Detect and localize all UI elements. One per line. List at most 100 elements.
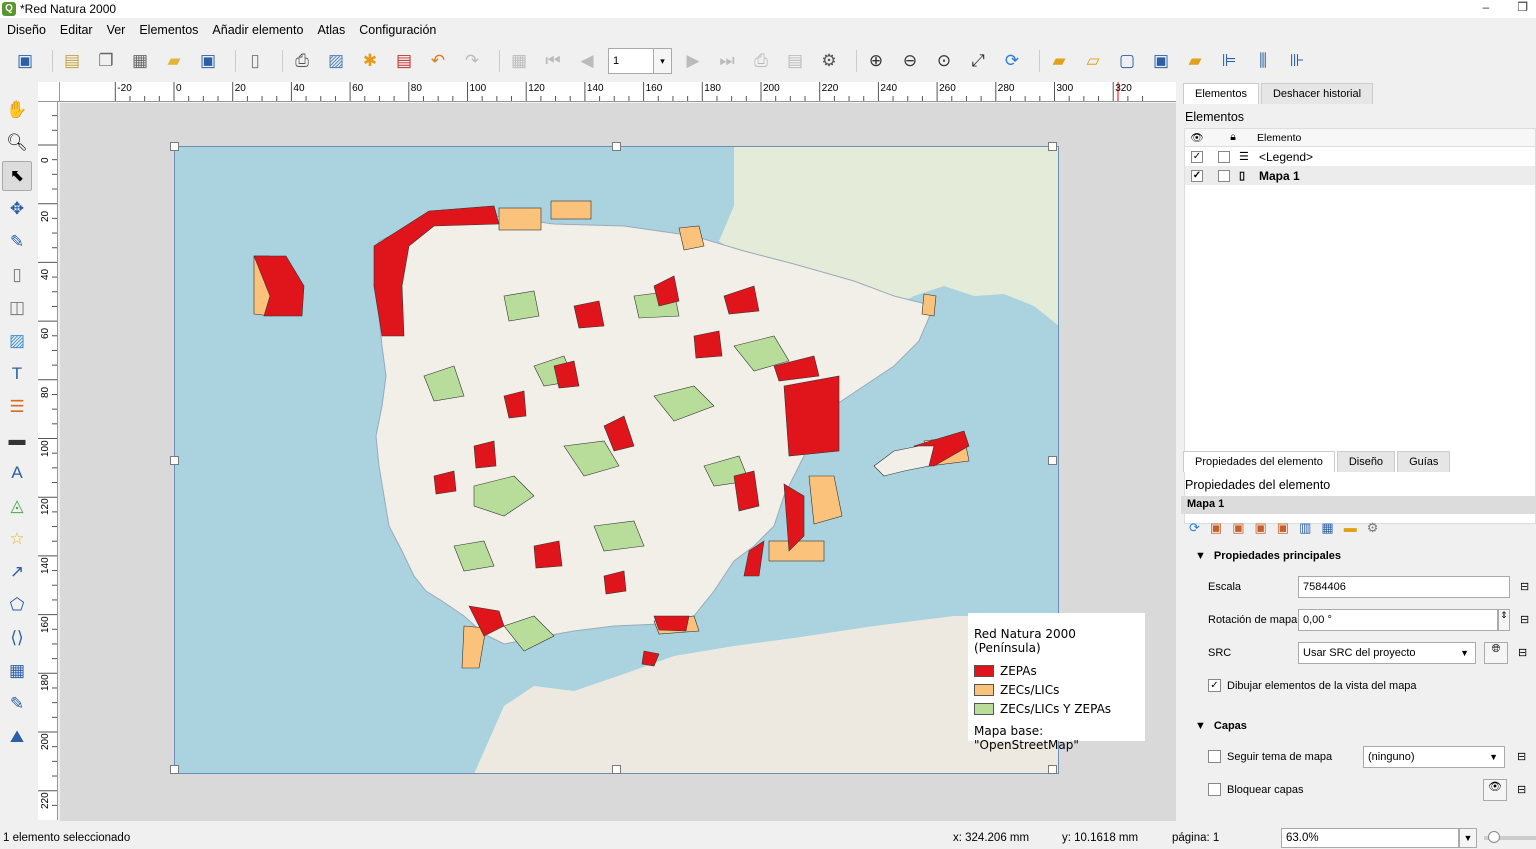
resize-handle[interactable]	[1048, 456, 1057, 465]
projection-selector-icon[interactable]: 🌐︎	[1484, 641, 1508, 664]
add-legend-icon[interactable]: ☰	[2, 392, 32, 422]
data-defined-icon[interactable]: ⊟	[1517, 750, 1526, 763]
zoom-out-icon[interactable]: ⊖	[897, 48, 923, 74]
menu-atlas[interactable]: Atlas	[317, 23, 351, 37]
ungroup-icon[interactable]: ▣	[1148, 48, 1174, 74]
resize-handle[interactable]	[1048, 142, 1057, 151]
zoom-full-icon[interactable]: ⤢	[965, 48, 991, 74]
undo-icon[interactable]: ↶	[425, 48, 451, 74]
layout-canvas[interactable]: Red Natura 2000 (Península) ZEPAs ZECs/L…	[60, 103, 1176, 821]
zoom-input[interactable]: 63.0%	[1281, 827, 1459, 848]
save-template-icon[interactable]: ▣	[195, 48, 221, 74]
add-3d-map-icon[interactable]: ◫	[2, 293, 32, 323]
export-svg-icon[interactable]: ✱	[357, 48, 383, 74]
menu-ver[interactable]: Ver	[107, 23, 132, 37]
tab-propiedades-elemento[interactable]: Propiedades del elemento	[1183, 451, 1335, 472]
add-arrow-icon[interactable]: ↗	[2, 557, 32, 587]
layers-group[interactable]: ▼ Capas	[1181, 712, 1536, 740]
add-attribute-table-icon[interactable]: ▦	[2, 656, 32, 686]
add-marker-icon[interactable]: ☆	[2, 524, 32, 554]
add-pages-icon[interactable]: ▯	[242, 48, 268, 74]
export-pdf-icon[interactable]: ▤	[391, 48, 417, 74]
add-html-icon[interactable]: ⟨⟩	[2, 623, 32, 653]
add-picture-icon[interactable]: ▨	[2, 326, 32, 356]
atlas-settings-icon[interactable]: ⚙	[816, 48, 842, 74]
map-item[interactable]	[174, 146, 1059, 774]
tree-row-mapa[interactable]: ✓ ▯ Mapa 1	[1185, 166, 1535, 185]
group-icon[interactable]: ▢	[1114, 48, 1140, 74]
resize-handle[interactable]	[170, 765, 179, 774]
add-north-arrow-icon[interactable]: A	[2, 458, 32, 488]
visibility-checkbox[interactable]: ✓	[1191, 169, 1203, 182]
add-label-icon[interactable]: T	[2, 359, 32, 389]
distribute-icon[interactable]: ⫼	[1250, 48, 1276, 74]
add-scalebar-icon[interactable]: ▬	[2, 425, 32, 455]
data-defined-icon[interactable]: ⊟	[1520, 580, 1529, 593]
zoom-100-icon[interactable]: ⊙	[931, 48, 957, 74]
draw-items-checkbox[interactable]: ✓	[1208, 679, 1221, 692]
zoom-slider-handle[interactable]	[1488, 831, 1500, 843]
resize-handle[interactable]	[170, 456, 179, 465]
raise-icon[interactable]: ▰	[1182, 48, 1208, 74]
menu-editar[interactable]: Editar	[60, 23, 99, 37]
spin-arrows-icon[interactable]: ⇕	[1498, 608, 1510, 631]
export-atlas-icon[interactable]: ▤	[782, 48, 808, 74]
first-feature-icon[interactable]: ⏮	[540, 48, 566, 74]
pan-icon[interactable]: ✋	[2, 95, 32, 125]
map-legend[interactable]: Red Natura 2000 (Península) ZEPAs ZECs/L…	[968, 613, 1145, 752]
save-icon[interactable]: ▣	[12, 48, 38, 74]
eye-icon[interactable]: 👁︎	[1483, 778, 1507, 801]
export-image-icon[interactable]: ▨	[323, 48, 349, 74]
lock-checkbox[interactable]	[1218, 169, 1230, 182]
restore-button[interactable]: ❐	[1517, 0, 1528, 14]
follow-theme-checkbox[interactable]	[1208, 750, 1221, 763]
atlas-page-dropdown[interactable]: ▾	[654, 48, 672, 74]
resize-handle[interactable]	[1048, 765, 1057, 774]
next-feature-icon[interactable]: ▶	[680, 48, 706, 74]
move-content-icon[interactable]: ✥	[2, 194, 32, 224]
new-layout-icon[interactable]: ▤	[59, 48, 85, 74]
tab-diseno[interactable]: Diseño	[1336, 451, 1396, 472]
data-defined-icon[interactable]: ⊟	[1517, 783, 1526, 796]
atlas-page-input[interactable]: 1	[608, 48, 654, 74]
view-extent-icon[interactable]: ▣	[1232, 520, 1244, 536]
clipping-icon[interactable]: ⚙	[1367, 520, 1379, 536]
zoom-dropdown[interactable]: ▼	[1459, 827, 1477, 848]
set-scale-icon[interactable]: ▣	[1255, 520, 1267, 536]
main-properties-group[interactable]: ▼ Propiedades principales	[1181, 542, 1536, 570]
refresh-preview-icon[interactable]: ⟳	[1189, 520, 1200, 536]
last-feature-icon[interactable]: ⏭	[714, 48, 740, 74]
set-extent-icon[interactable]: ▣	[1210, 520, 1222, 536]
tab-deshacer-historial[interactable]: Deshacer historial	[1260, 83, 1374, 104]
tree-row-legend[interactable]: ✓ ☰ <Legend>	[1185, 147, 1535, 166]
select-move-icon[interactable]: ⬉	[2, 161, 32, 191]
horizontal-ruler[interactable]: -20 0 20 40 60 80 100 120 140 160 180 200 220 240 260 2…	[60, 82, 1176, 102]
scale-input[interactable]: 7584406	[1298, 575, 1510, 598]
atlas-preview-icon[interactable]: ▦	[506, 48, 532, 74]
resize-handle[interactable]	[612, 765, 621, 774]
menu-diseno[interactable]: Diseño	[7, 23, 52, 37]
menu-anadir-elemento[interactable]: Añadir elemento	[212, 23, 309, 37]
tab-guias[interactable]: Guías	[1397, 451, 1451, 472]
tab-elementos[interactable]: Elementos	[1183, 83, 1259, 104]
open-template-icon[interactable]: ▰	[161, 48, 187, 74]
add-map-icon[interactable]: ▯	[2, 260, 32, 290]
duplicate-layout-icon[interactable]: ❐	[93, 48, 119, 74]
refresh-icon[interactable]: ⟳	[999, 48, 1025, 74]
align-left-icon[interactable]: ⊫	[1216, 48, 1242, 74]
zoom-in-icon[interactable]: ⊕	[863, 48, 889, 74]
add-shape-icon[interactable]: ◬	[2, 491, 32, 521]
labeling-icon[interactable]: ▦	[1321, 520, 1333, 536]
minimize-button[interactable]: –	[1483, 0, 1490, 14]
src-select[interactable]: Usar SRC del proyecto ▼	[1298, 641, 1476, 664]
unlock-items-icon[interactable]: ▱	[1080, 48, 1106, 74]
bookmarks-icon[interactable]: ▥	[1299, 520, 1311, 536]
label-settings-icon[interactable]: ▬	[1344, 520, 1357, 536]
prev-feature-icon[interactable]: ◀	[574, 48, 600, 74]
layout-manager-icon[interactable]: ▦	[127, 48, 153, 74]
lock-items-icon[interactable]: ▰	[1046, 48, 1072, 74]
visibility-checkbox[interactable]: ✓	[1191, 150, 1203, 163]
redo-icon[interactable]: ↷	[459, 48, 485, 74]
resize-handle[interactable]	[612, 142, 621, 151]
menu-configuracion[interactable]: Configuración	[359, 23, 442, 37]
